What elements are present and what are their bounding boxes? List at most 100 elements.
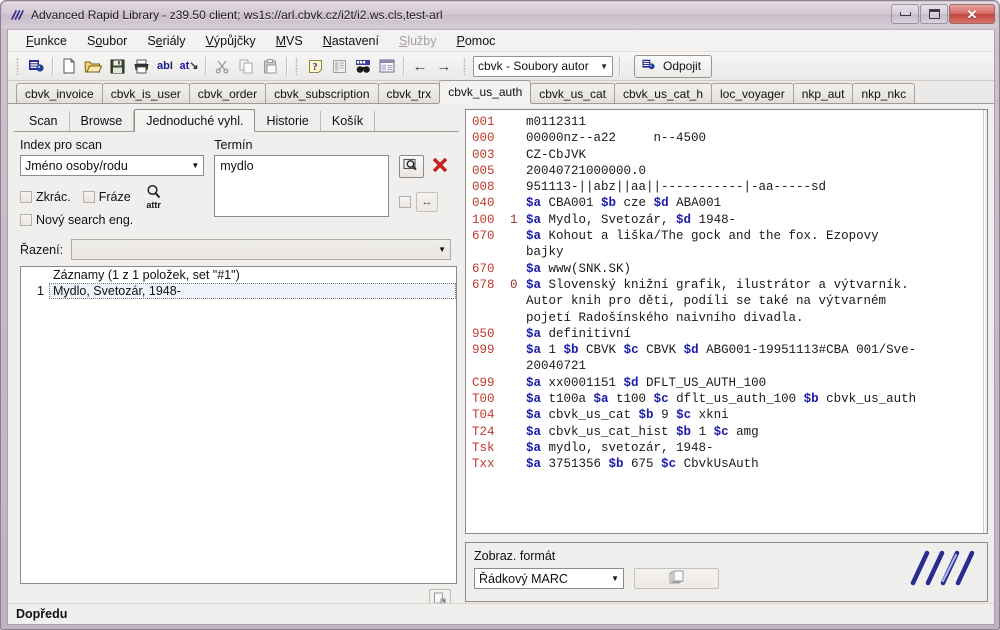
menu-soubor[interactable]: Soubor [77, 31, 137, 51]
extra-checkbox[interactable] [399, 196, 411, 208]
cut-icon[interactable] [210, 55, 234, 78]
marc-field-value: 951113-||abz||aa||-----------|-aa-----sd [526, 180, 826, 194]
marc-subfield-code: $a [526, 376, 541, 390]
db-tab-cbvk_us_cat[interactable]: cbvk_us_cat [530, 83, 615, 103]
tab-simple-search[interactable]: Jednoduché vyhl. [134, 109, 255, 132]
menu-serialy[interactable]: Seriály [137, 31, 195, 51]
database-selector[interactable]: cbvk - Soubory autor ▼ [473, 56, 613, 77]
marc-tag: 670 [472, 228, 510, 244]
copy-records-button[interactable] [634, 568, 719, 589]
help-icon[interactable]: ? [303, 55, 327, 78]
db-tab-nkp_aut[interactable]: nkp_aut [793, 83, 854, 103]
arl-logo-icon [9, 8, 25, 23]
close-icon: ✕ [967, 8, 978, 21]
db-tab-label: cbvk_subscription [274, 87, 369, 101]
marc-line: 1001$a Mydlo, Svetozár, $d 1948- [472, 212, 985, 228]
marc-field-value: 9 [654, 408, 677, 422]
open-folder-icon[interactable] [81, 55, 105, 78]
marc-field-text: $a Slovenský knižní grafik, ilustrátor a… [526, 277, 909, 293]
db-tab-cbvk_us_cat_h[interactable]: cbvk_us_cat_h [614, 83, 712, 103]
marc-line: 999$a 1 $b CBVK $c CBVK $d ABG001-199511… [472, 342, 985, 358]
checkbox-label: Nový search eng. [36, 213, 133, 227]
close-button[interactable]: ✕ [949, 4, 995, 24]
db-tab-cbvk_subscription[interactable]: cbvk_subscription [265, 83, 378, 103]
binoculars-search-icon[interactable] [351, 55, 375, 78]
marc-line: 670$a Kohout a liška/The gock and the fo… [472, 228, 985, 244]
marc-indicator [510, 179, 526, 195]
toolbar-grip-2[interactable] [294, 57, 300, 75]
db-tab-label: cbvk_invoice [25, 87, 94, 101]
db-tab-cbvk_trx[interactable]: cbvk_trx [378, 83, 441, 103]
menu-mvs[interactable]: MVS [266, 31, 313, 51]
search-term-input[interactable]: mydlo [214, 155, 389, 217]
tab-label: Jednoduché vyhl. [146, 114, 243, 128]
sort-selector[interactable]: ▼ [71, 239, 451, 260]
menu-bar: Funkce Soubor Seriály Výpůjčky MVS Nasta… [8, 30, 994, 52]
checkbox-new-search-engine[interactable]: Nový search eng. [20, 213, 133, 227]
clear-button[interactable] [429, 155, 451, 178]
marc-tag: 001 [472, 114, 510, 130]
db-tab-label: cbvk_is_user [111, 87, 181, 101]
db-tab-cbvk_order[interactable]: cbvk_order [189, 83, 266, 103]
window-view-icon[interactable] [375, 55, 399, 78]
toolbar-grip[interactable] [15, 57, 21, 75]
format-selector[interactable]: Řádkový MARC ▼ [474, 568, 624, 589]
marc-tag: T04 [472, 407, 510, 423]
tab-basket[interactable]: Košík [321, 111, 375, 131]
table-row[interactable]: 1 Mydlo, Svetozár, 1948- [21, 283, 456, 299]
search-term-value: mydlo [220, 159, 253, 173]
menu-pomoc[interactable]: Pomoc [447, 31, 506, 51]
red-x-icon [431, 156, 449, 177]
back-arrow-icon[interactable]: ← [408, 55, 432, 78]
marc-indicator [510, 326, 526, 342]
menu-vypujcky[interactable]: Výpůjčky [196, 31, 266, 51]
connect-icon[interactable] [24, 55, 48, 78]
forward-arrow-icon[interactable]: → [432, 55, 456, 78]
expand-button[interactable]: ↔ [416, 192, 438, 212]
db-tab-cbvk_invoice[interactable]: cbvk_invoice [16, 83, 103, 103]
db-tab-loc_voyager[interactable]: loc_voyager [711, 83, 794, 103]
checkbox-phrase[interactable]: Fráze [83, 190, 131, 204]
marc-field-value: amg [729, 425, 759, 439]
maximize-button[interactable] [920, 4, 948, 24]
marc-subfield-code: $a [526, 408, 541, 422]
record-view-icon[interactable] [327, 55, 351, 78]
search-button[interactable] [399, 155, 424, 178]
toolbar-grip-3[interactable] [462, 57, 468, 75]
db-tab-nkp_nkc[interactable]: nkp_nkc [852, 83, 915, 103]
tab-scan[interactable]: Scan [18, 111, 70, 131]
disconnect-icon [641, 58, 657, 75]
marc-line-continuation: pojetí Radošínského naivního divadla. [472, 310, 985, 326]
results-list[interactable]: Záznamy (1 z 1 položek, set "#1") 1 Mydl… [20, 266, 457, 584]
db-tab-label: cbvk_us_cat_h [623, 87, 703, 101]
minimize-button[interactable] [891, 4, 919, 24]
index-selector[interactable]: Jméno osoby/rodu ▼ [20, 155, 204, 176]
attr-button[interactable]: attr [145, 184, 163, 210]
save-disk-icon[interactable] [105, 55, 129, 78]
marc-line: T00$a t100a $a t100 $c dflt_us_auth_100 … [472, 391, 985, 407]
marc-record-view[interactable]: 001m011231100000000nz--a22 n--4500003CZ-… [465, 109, 988, 534]
paste-icon[interactable] [258, 55, 282, 78]
edit-at-icon[interactable]: at↘ [177, 55, 201, 78]
new-document-icon[interactable] [57, 55, 81, 78]
marc-field-text: $a 3751356 $b 675 $c CbvkUsAuth [526, 456, 759, 472]
record-scrollbar[interactable] [983, 110, 987, 533]
marc-field-value: t100 [609, 392, 654, 406]
marc-field-value: 20040721000000.0 [526, 164, 646, 178]
rename-ab-icon[interactable]: abI [153, 55, 177, 78]
marc-line: Txx$a 3751356 $b 675 $c CbvkUsAuth [472, 456, 985, 472]
db-tab-cbvk_us_auth[interactable]: cbvk_us_auth [439, 80, 531, 103]
disconnect-button[interactable]: Odpojit [634, 55, 712, 78]
tab-browse[interactable]: Browse [70, 111, 135, 131]
checkbox-truncate[interactable]: Zkrác. [20, 190, 71, 204]
marc-field-value: m0112311 [526, 115, 586, 129]
print-icon[interactable] [129, 55, 153, 78]
marc-subfield-code: $a [526, 327, 541, 341]
copy-icon[interactable] [234, 55, 258, 78]
marc-field-value: Autor knih pro děti, podíli se také na v… [472, 293, 886, 309]
marc-field-text: $a cbvk_us_cat_hist $b 1 $c amg [526, 424, 759, 440]
menu-nastaveni[interactable]: Nastavení [313, 31, 389, 51]
db-tab-cbvk_is_user[interactable]: cbvk_is_user [102, 83, 190, 103]
tab-history[interactable]: Historie [255, 111, 320, 131]
menu-funkce[interactable]: Funkce [16, 31, 77, 51]
